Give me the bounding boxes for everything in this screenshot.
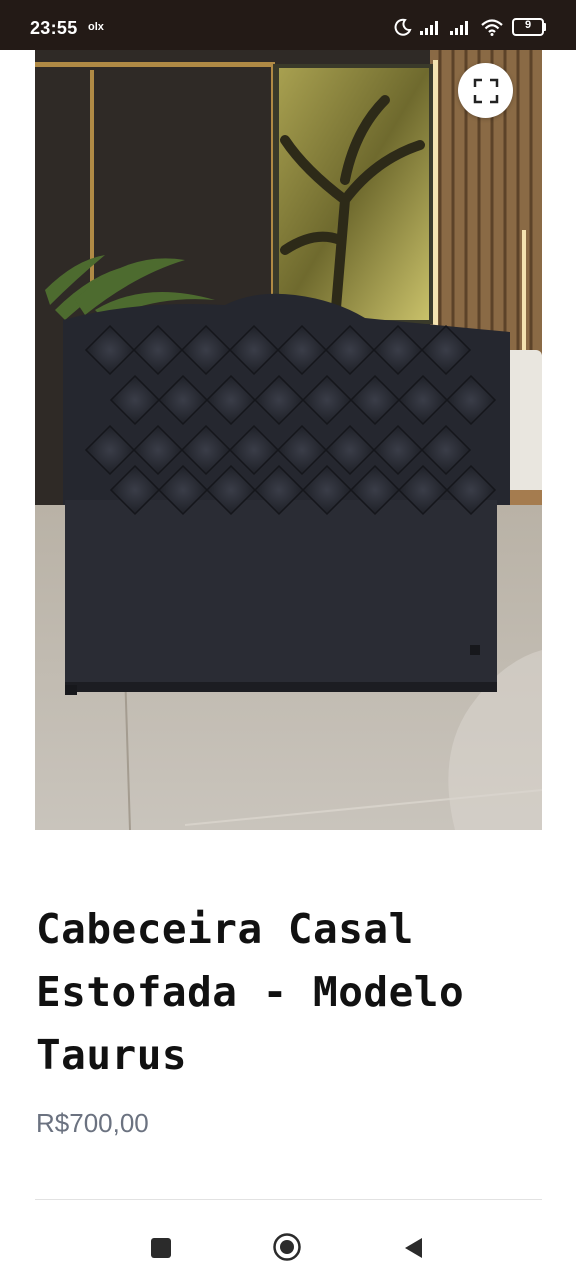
signal-icon <box>420 21 438 35</box>
divider <box>35 1199 542 1200</box>
product-title: Cabeceira Casal Estofada - Modelo Taurus <box>36 905 465 1079</box>
recent-apps-icon[interactable] <box>151 1238 171 1258</box>
expand-icon <box>473 78 498 103</box>
status-icons: 9 <box>394 16 546 38</box>
battery-icon: 9 <box>512 18 546 36</box>
product-image[interactable] <box>35 50 542 830</box>
home-icon[interactable] <box>272 1232 302 1262</box>
status-time: 23:55 <box>30 18 78 38</box>
olx-notification-icon: olx <box>88 21 104 33</box>
back-icon[interactable] <box>402 1236 424 1260</box>
status-bar: 23:55 olx 9 <box>0 0 576 50</box>
fullscreen-button[interactable] <box>458 63 513 118</box>
moon-icon <box>394 18 412 36</box>
wifi-icon <box>481 19 503 36</box>
battery-level: 9 <box>524 19 532 31</box>
headboard-photo <box>35 50 542 830</box>
navigation-bar <box>0 1214 576 1280</box>
signal-icon <box>450 21 468 35</box>
product-price: R$700,00 <box>36 1108 149 1138</box>
